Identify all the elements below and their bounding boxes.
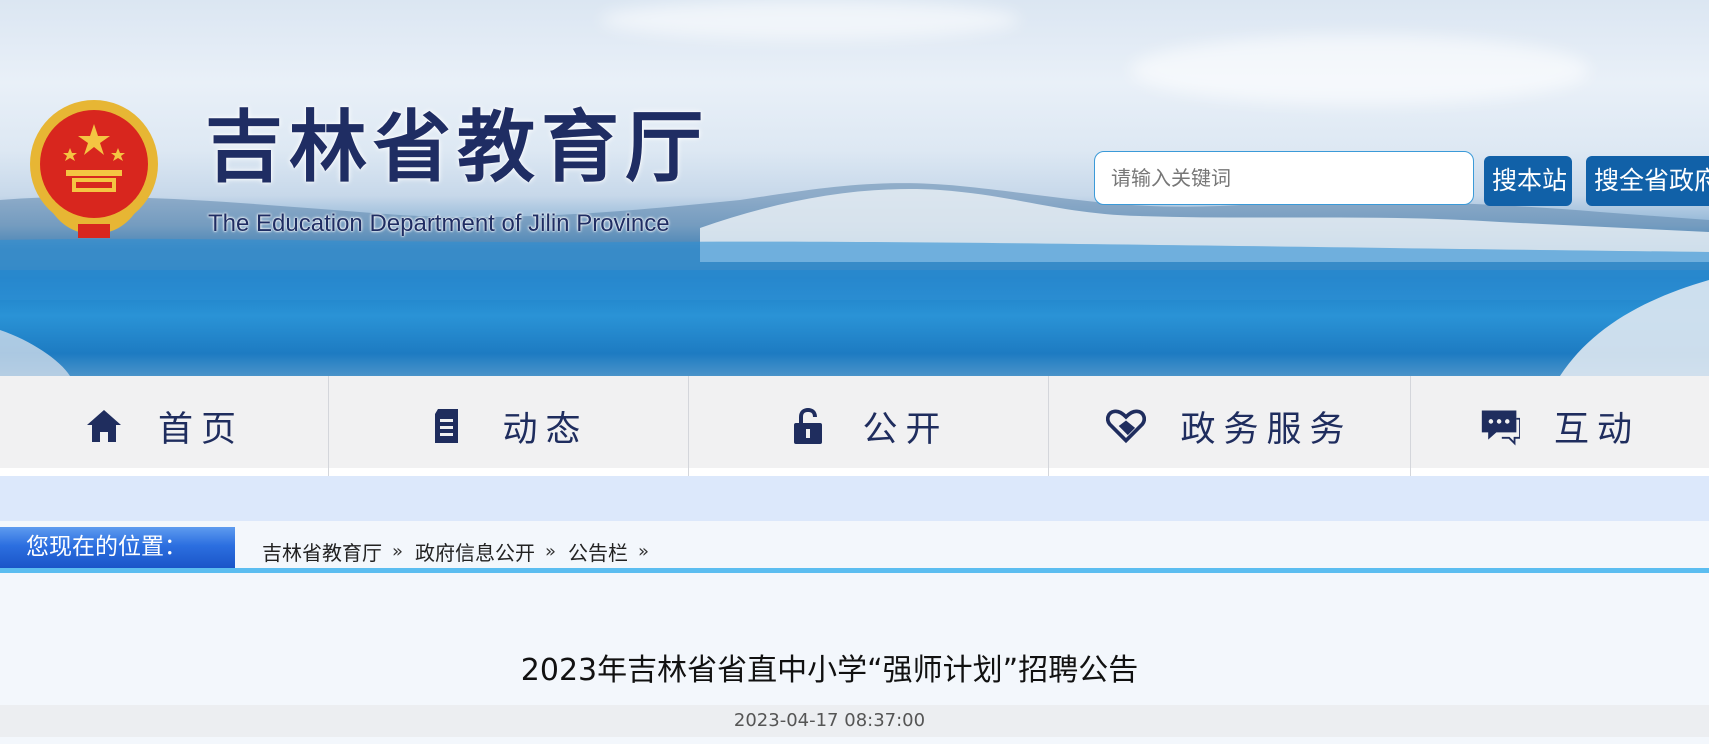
- nav-label-public: 公开: [862, 409, 949, 450]
- breadcrumb-separator: »: [638, 541, 649, 562]
- nav-item-services[interactable]: 政务服务: [1049, 376, 1411, 476]
- document-icon: [428, 406, 468, 446]
- article-meta-bar: 2023-04-17 08:37:00: [0, 705, 1709, 737]
- nav-underband: [0, 476, 1709, 521]
- nav-label-news: 动态: [502, 409, 589, 450]
- nav-label-home: 首页: [157, 409, 244, 450]
- search-input[interactable]: [1094, 151, 1474, 205]
- breadcrumb-trail: 吉林省教育厅 » 政府信息公开 » 公告栏 »: [262, 537, 661, 566]
- chat-icon: [1480, 406, 1520, 446]
- breadcrumb-separator: »: [392, 541, 403, 562]
- nav-item-news[interactable]: 动态: [329, 376, 689, 476]
- nav-item-public[interactable]: 公开: [689, 376, 1049, 476]
- home-icon: [84, 406, 124, 446]
- national-emblem-icon: [30, 100, 158, 238]
- nav-item-home[interactable]: 首页: [0, 376, 329, 476]
- search-site-button[interactable]: 搜本站: [1484, 156, 1572, 206]
- breadcrumb: 您现在的位置： 吉林省教育厅 » 政府信息公开 » 公告栏 »: [0, 521, 1709, 573]
- nav-label-services: 政务服务: [1180, 409, 1353, 450]
- breadcrumb-tag: 您现在的位置：: [0, 527, 235, 568]
- header-banner: 吉林省教育厅 The Education Department of Jilin…: [0, 0, 1709, 376]
- breadcrumb-link-home[interactable]: 吉林省教育厅: [262, 537, 382, 566]
- breadcrumb-link-notice[interactable]: 公告栏: [568, 537, 628, 566]
- main-nav: 首页 动态 公开 政务服务 互动: [0, 376, 1709, 476]
- article-title: 2023年吉林省省直中小学“强师计划”招聘公告: [520, 653, 1139, 688]
- nav-item-interaction[interactable]: 互动: [1411, 376, 1709, 476]
- publish-date: 2023-04-17 08:37:00: [733, 710, 926, 731]
- site-title: 吉林省教育厅: [205, 103, 710, 193]
- nav-label-interaction: 互动: [1553, 409, 1640, 450]
- breadcrumb-link-info[interactable]: 政府信息公开: [415, 537, 535, 566]
- handshake-icon: [1106, 406, 1147, 446]
- lock-icon: [788, 406, 828, 446]
- site-subtitle: The Education Department of Jilin Provin…: [208, 210, 670, 237]
- breadcrumb-separator: »: [545, 541, 556, 562]
- search-province-button[interactable]: 搜全省政府: [1586, 156, 1709, 206]
